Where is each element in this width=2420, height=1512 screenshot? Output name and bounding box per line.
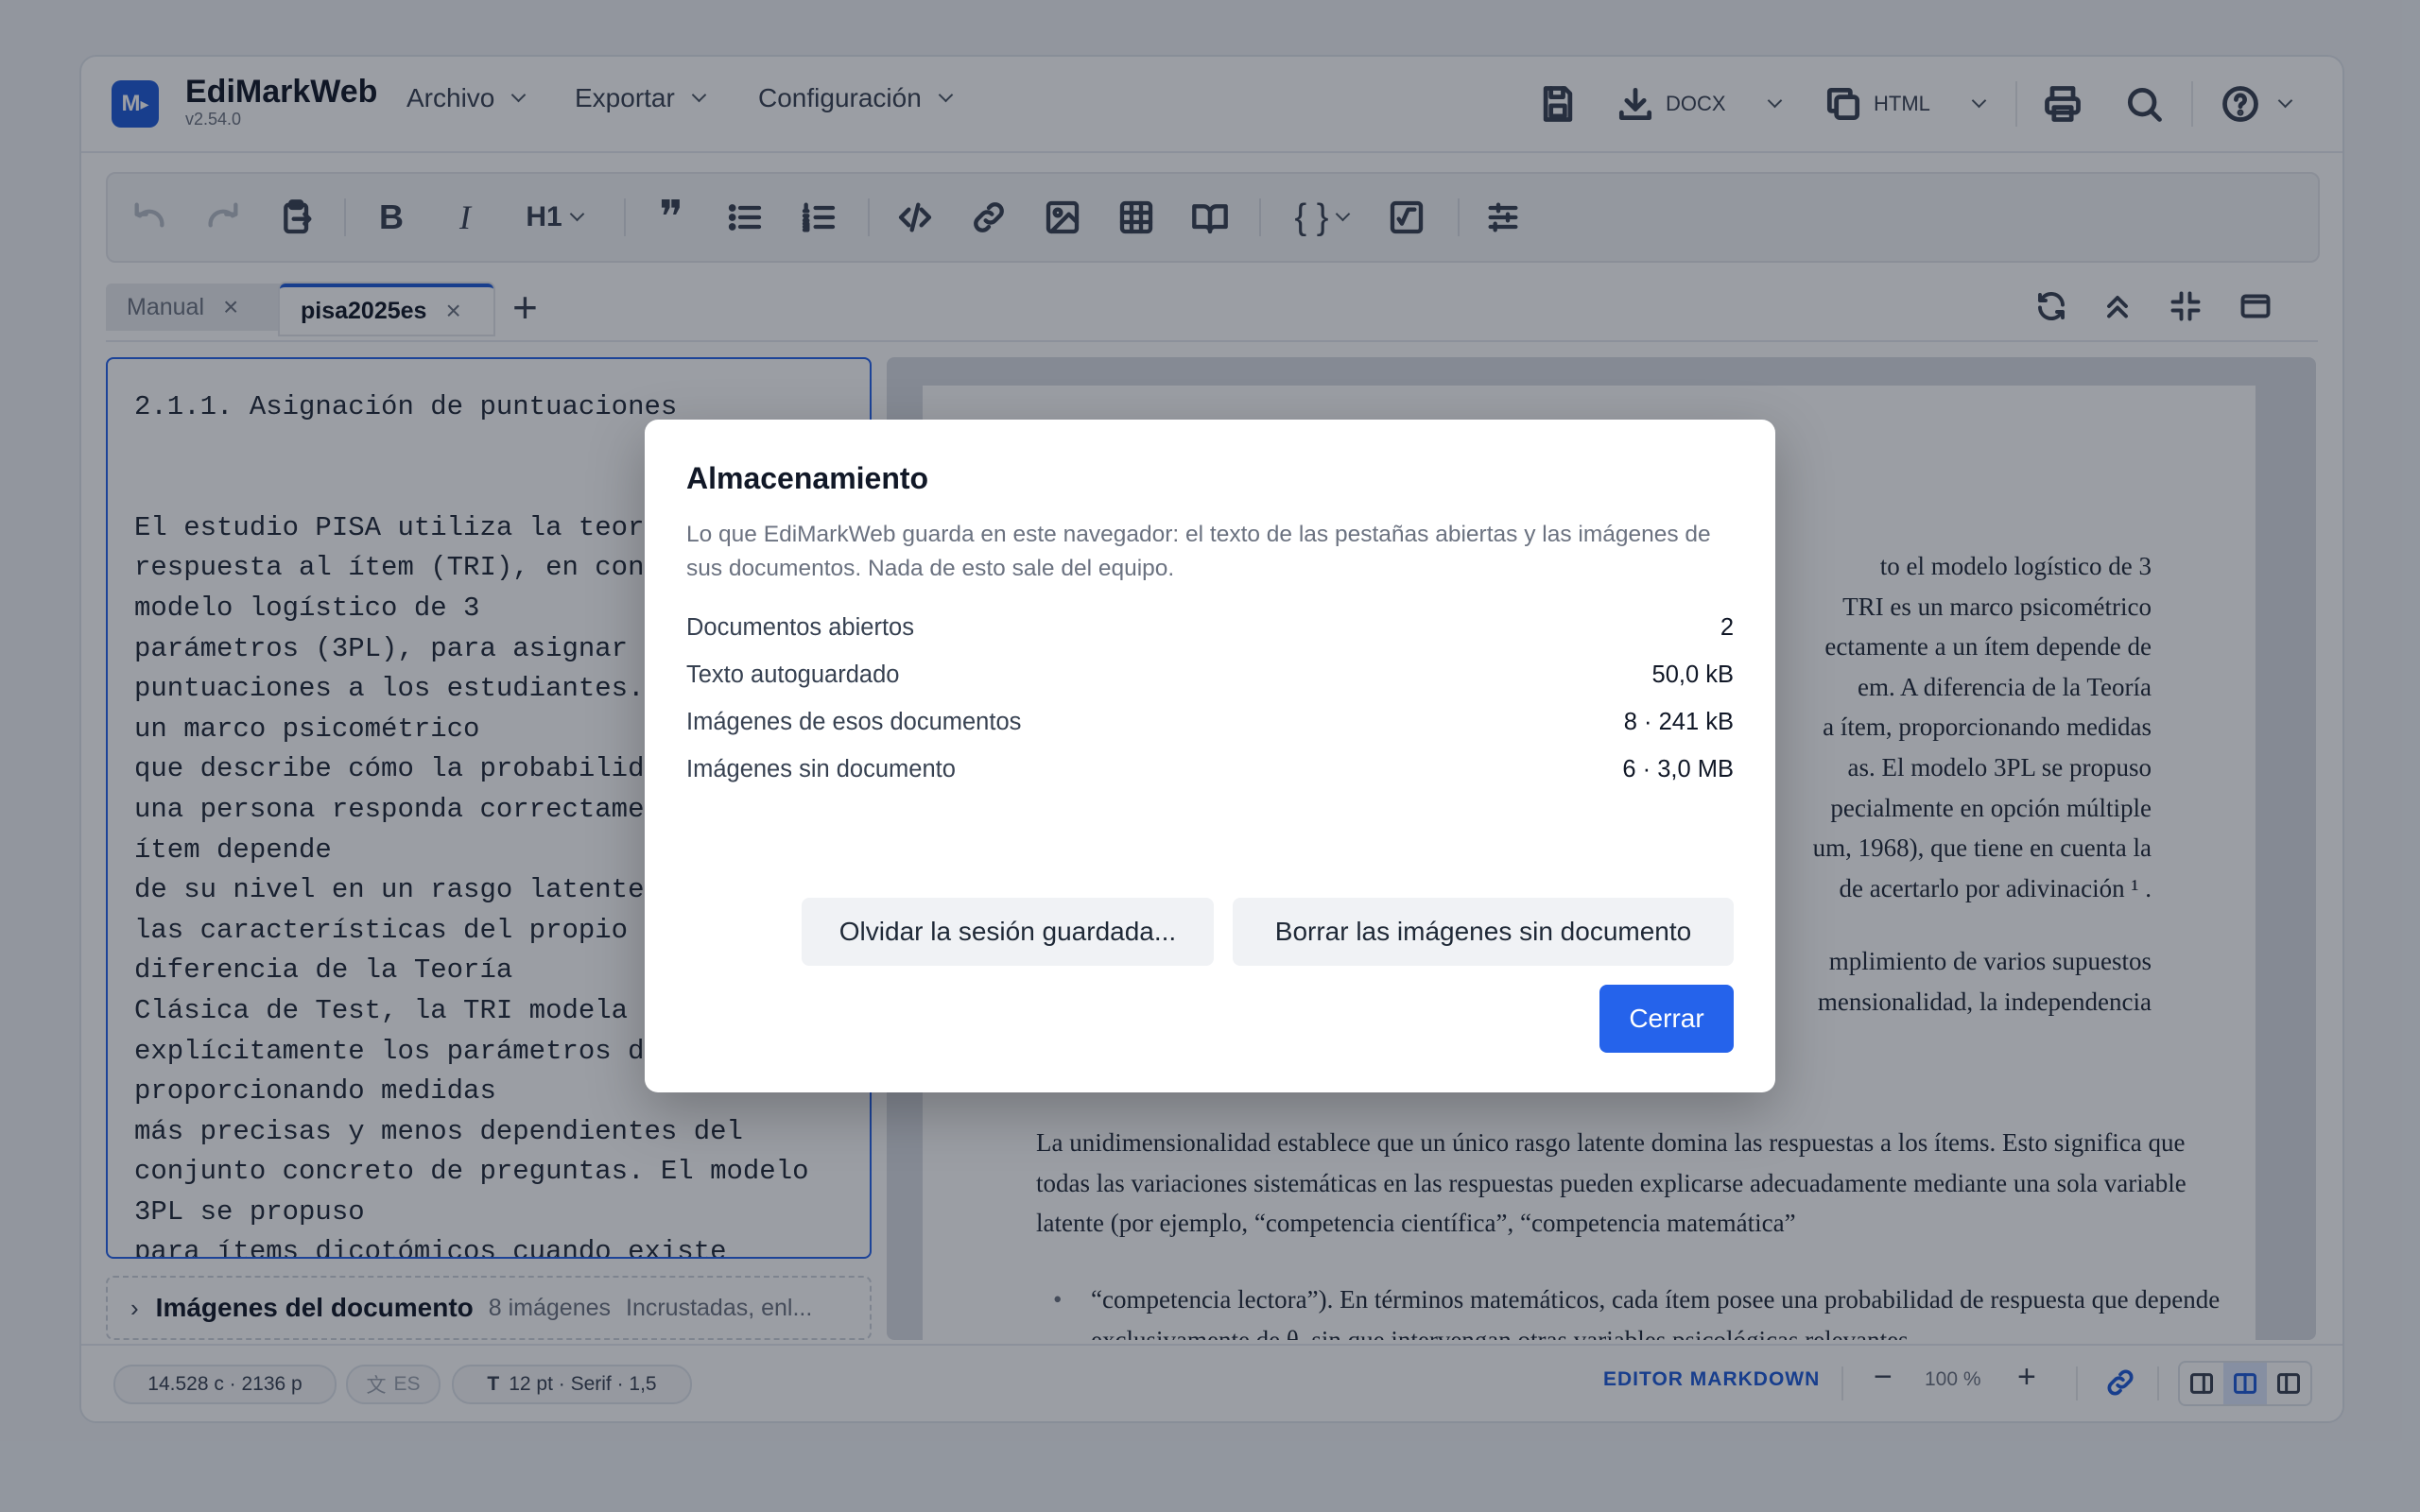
forget-session-button[interactable]: Olvidar la sesión guardada... [802,898,1214,966]
delete-orphan-images-button[interactable]: Borrar las imágenes sin documento [1233,898,1734,966]
storage-row: Documentos abiertos 2 [686,614,1734,641]
close-button[interactable]: Cerrar [1599,985,1734,1053]
storage-dialog: Almacenamiento Lo que EdiMarkWeb guarda … [645,420,1775,1092]
dialog-description: Lo que EdiMarkWeb guarda en este navegad… [686,522,1711,581]
dialog-title: Almacenamiento [686,461,929,495]
storage-row: Texto autoguardado 50,0 kB [686,662,1734,688]
storage-row: Imágenes sin documento 6 · 3,0 MB [686,756,1734,782]
storage-row: Imágenes de esos documentos 8 · 241 kB [686,709,1734,735]
